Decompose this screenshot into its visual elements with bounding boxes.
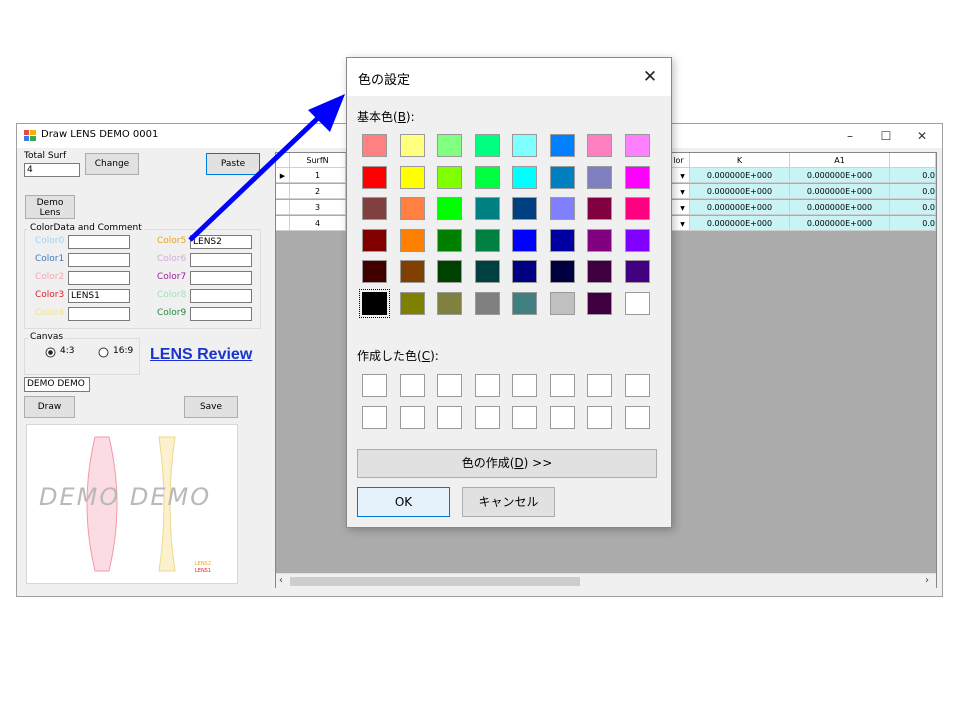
basic-color-swatch[interactable] [549, 228, 575, 252]
basic-color-swatch[interactable] [474, 197, 500, 220]
basic-color-swatch[interactable] [399, 197, 425, 220]
custom-color-swatch[interactable] [362, 405, 387, 429]
arrow-head-icon [308, 94, 345, 132]
cancel-button[interactable]: キャンセル [462, 487, 555, 517]
basic-color-swatch[interactable] [437, 291, 462, 315]
basic-color-swatch[interactable] [587, 228, 612, 252]
basic-color-swatch[interactable] [512, 228, 537, 252]
basic-color-swatch[interactable] [362, 197, 387, 220]
basic-color-swatch[interactable] [624, 291, 650, 315]
custom-color-swatch[interactable] [587, 374, 612, 397]
custom-color-swatch[interactable] [474, 374, 500, 397]
dialog-title: 色の設定 [358, 73, 411, 88]
basic-color-swatch[interactable] [587, 260, 612, 283]
basic-color-swatch[interactable] [549, 134, 575, 157]
basic-color-swatch[interactable] [399, 291, 425, 315]
custom-color-swatch[interactable] [437, 374, 462, 397]
basic-color-swatch[interactable] [587, 197, 612, 220]
basic-color-swatch[interactable] [549, 165, 575, 189]
custom-color-swatch[interactable] [399, 405, 425, 429]
custom-colors-label: 作成した色(C): [357, 349, 439, 363]
basic-color-swatch[interactable] [359, 288, 390, 318]
dialog-close-button[interactable]: ✕ [637, 64, 663, 90]
basic-color-swatch[interactable] [474, 134, 500, 157]
dialog-title-bar: 色の設定 ✕ [347, 58, 671, 96]
basic-color-swatch[interactable] [399, 228, 425, 252]
basic-color-swatch[interactable] [399, 134, 425, 157]
define-custom-colors-button[interactable]: 色の作成(D) >> [357, 449, 657, 478]
basic-color-swatch[interactable] [512, 291, 537, 315]
basic-color-swatch[interactable] [587, 291, 612, 315]
basic-color-swatch[interactable] [512, 134, 537, 157]
basic-color-swatch[interactable] [362, 260, 387, 283]
basic-color-swatch[interactable] [362, 228, 387, 252]
custom-color-swatch[interactable] [549, 374, 575, 397]
close-icon: ✕ [642, 67, 658, 87]
custom-color-swatch[interactable] [474, 405, 500, 429]
color-dialog: 色の設定 ✕ 基本色(B): 作成した色(C): 色の作成(D) >> OK キ… [346, 57, 672, 528]
basic-color-swatch[interactable] [474, 260, 500, 283]
basic-color-swatch[interactable] [474, 165, 500, 189]
basic-color-swatch[interactable] [437, 228, 462, 252]
arrow-line [188, 116, 320, 242]
custom-color-swatch[interactable] [362, 374, 387, 397]
custom-color-swatch[interactable] [549, 405, 575, 429]
basic-color-swatch[interactable] [437, 260, 462, 283]
basic-color-swatch[interactable] [512, 260, 537, 283]
basic-color-swatch[interactable] [474, 228, 500, 252]
custom-color-swatch[interactable] [624, 374, 650, 397]
basic-color-swatch[interactable] [549, 260, 575, 283]
basic-color-swatch[interactable] [624, 260, 650, 283]
basic-color-swatch[interactable] [512, 165, 537, 189]
basic-color-swatch[interactable] [587, 165, 612, 189]
basic-color-swatch[interactable] [474, 291, 500, 315]
basic-color-swatch[interactable] [624, 228, 650, 252]
basic-color-swatch[interactable] [362, 165, 387, 189]
basic-colors-label: 基本色(B): [357, 110, 415, 124]
basic-color-swatch[interactable] [624, 165, 650, 189]
basic-color-swatch[interactable] [362, 134, 387, 157]
custom-color-swatch[interactable] [512, 374, 537, 397]
basic-color-swatch[interactable] [587, 134, 612, 157]
ok-button[interactable]: OK [357, 487, 450, 517]
basic-color-swatch[interactable] [437, 134, 462, 157]
basic-color-swatch[interactable] [624, 197, 650, 220]
custom-color-swatch[interactable] [587, 405, 612, 429]
basic-color-swatch[interactable] [549, 291, 575, 315]
basic-color-swatch[interactable] [399, 260, 425, 283]
basic-color-swatch[interactable] [549, 197, 575, 220]
custom-color-swatch[interactable] [624, 405, 650, 429]
basic-color-swatch[interactable] [399, 165, 425, 189]
custom-color-swatch[interactable] [512, 405, 537, 429]
basic-color-swatch[interactable] [624, 134, 650, 157]
basic-color-swatch[interactable] [437, 165, 462, 189]
custom-color-swatch[interactable] [399, 374, 425, 397]
custom-color-swatch[interactable] [437, 405, 462, 429]
basic-color-swatch[interactable] [437, 197, 462, 220]
basic-color-swatch[interactable] [512, 197, 537, 220]
